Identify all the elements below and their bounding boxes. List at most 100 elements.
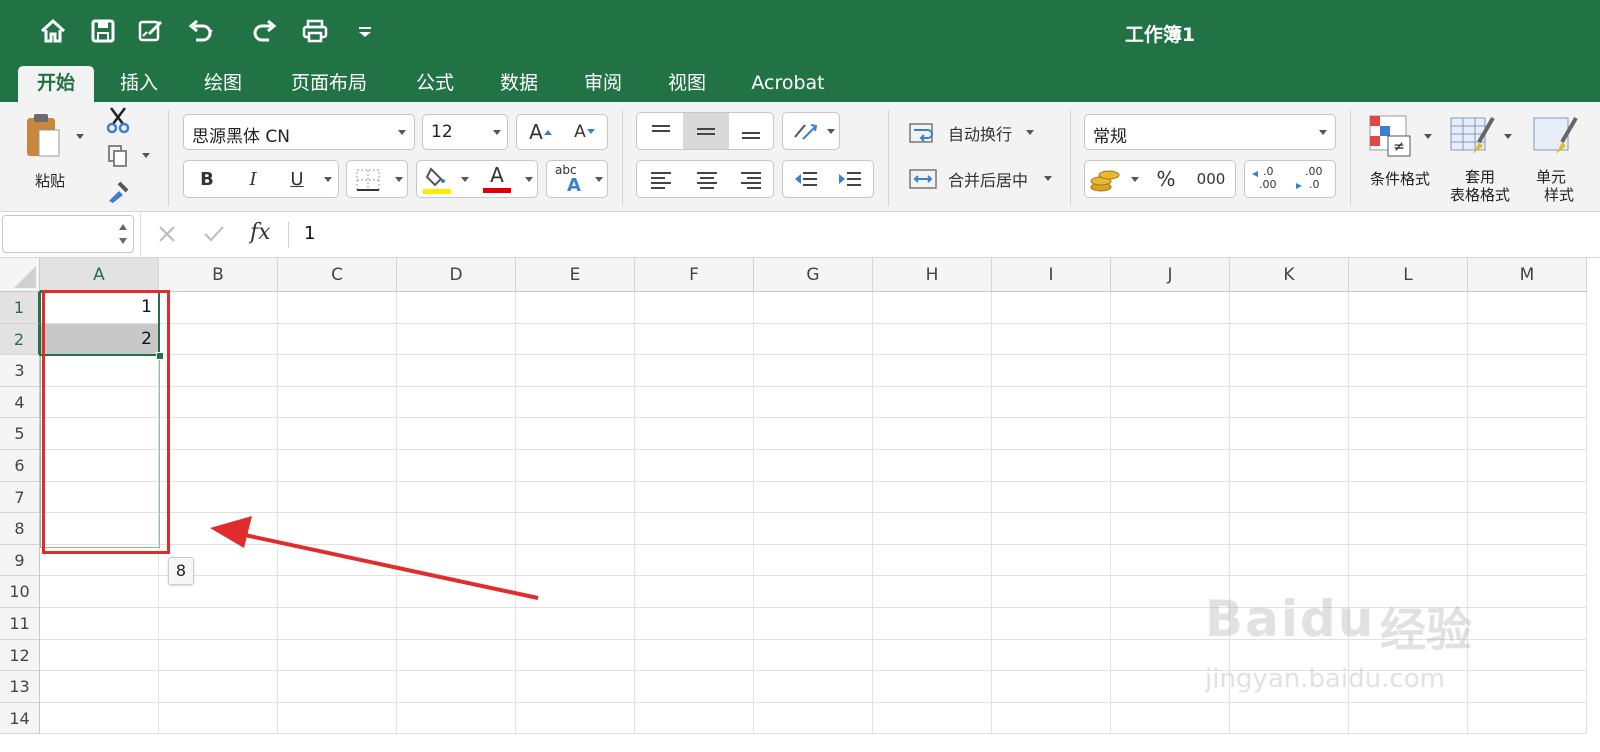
- merge-center-button[interactable]: 合并后居中: [908, 164, 1058, 194]
- increase-decimal-button[interactable]: .0 .00: [1247, 163, 1289, 195]
- row-header[interactable]: 13: [0, 671, 40, 703]
- cell-G10[interactable]: [754, 576, 873, 608]
- cell-C3[interactable]: [278, 355, 397, 387]
- cell-H3[interactable]: [873, 355, 992, 387]
- cell-G9[interactable]: [754, 544, 873, 577]
- cell-H1[interactable]: [873, 292, 992, 324]
- cell-L6[interactable]: [1349, 450, 1468, 482]
- cell-G4[interactable]: [754, 386, 873, 419]
- cell-I5[interactable]: [992, 418, 1111, 450]
- cell-A1[interactable]: 1: [40, 292, 159, 324]
- cell-A12[interactable]: [40, 639, 159, 672]
- column-header[interactable]: E: [516, 258, 635, 292]
- cell-H13[interactable]: [873, 671, 992, 703]
- cell-E6[interactable]: [516, 450, 635, 482]
- cell-M3[interactable]: [1468, 355, 1587, 387]
- align-middle-button[interactable]: [683, 113, 729, 149]
- cell-F13[interactable]: [635, 671, 754, 703]
- cell-E5[interactable]: [516, 418, 635, 450]
- cell-J1[interactable]: [1111, 292, 1230, 324]
- tab-review[interactable]: 审阅: [570, 66, 636, 102]
- cell-H2[interactable]: [873, 323, 992, 356]
- undo-icon[interactable]: [186, 16, 216, 46]
- cell-E1[interactable]: [516, 292, 635, 324]
- cell-F8[interactable]: [635, 513, 754, 545]
- cell-A13[interactable]: [40, 671, 159, 703]
- cell-M2[interactable]: [1468, 323, 1587, 356]
- row-header[interactable]: 10: [0, 576, 40, 608]
- cell-J7[interactable]: [1111, 481, 1230, 514]
- column-header[interactable]: K: [1230, 258, 1349, 292]
- row-header[interactable]: 14: [0, 702, 40, 735]
- increase-font-size-button[interactable]: A: [521, 117, 561, 147]
- cell-K8[interactable]: [1230, 513, 1349, 545]
- fill-color-icon[interactable]: [421, 165, 453, 195]
- cell-F12[interactable]: [635, 639, 754, 672]
- accounting-dropdown-icon[interactable]: [1131, 177, 1139, 182]
- cell-F3[interactable]: [635, 355, 754, 387]
- cell-G11[interactable]: [754, 608, 873, 640]
- font-size-select[interactable]: 12: [422, 114, 508, 150]
- enter-check-icon[interactable]: [202, 223, 226, 245]
- percent-style-button[interactable]: %: [1145, 163, 1187, 195]
- cell-A9[interactable]: [40, 544, 159, 577]
- cell-D13[interactable]: [397, 671, 516, 703]
- align-top-button[interactable]: [639, 115, 683, 147]
- column-header[interactable]: H: [873, 258, 992, 292]
- cell-C13[interactable]: [278, 671, 397, 703]
- cell-A3[interactable]: [40, 355, 159, 387]
- cell-C12[interactable]: [278, 639, 397, 672]
- cell-L1[interactable]: [1349, 292, 1468, 324]
- cell-D12[interactable]: [397, 639, 516, 672]
- row-header[interactable]: 9: [0, 544, 40, 577]
- merge-center-dropdown-icon[interactable]: [1044, 176, 1052, 181]
- row-header[interactable]: 3: [0, 355, 40, 387]
- bold-button[interactable]: B: [188, 164, 226, 194]
- cell-H14[interactable]: [873, 702, 992, 735]
- decrease-decimal-button[interactable]: .00 .0: [1291, 163, 1333, 195]
- wrap-text-dropdown-icon[interactable]: [1026, 130, 1034, 135]
- cell-M7[interactable]: [1468, 481, 1587, 514]
- cell-E13[interactable]: [516, 671, 635, 703]
- redo-icon[interactable]: [250, 16, 280, 46]
- cell-D6[interactable]: [397, 450, 516, 482]
- edit-document-icon[interactable]: [136, 16, 166, 46]
- number-format-select[interactable]: 常规: [1084, 114, 1336, 150]
- cell-G13[interactable]: [754, 671, 873, 703]
- cell-B6[interactable]: [159, 450, 278, 482]
- cell-K7[interactable]: [1230, 481, 1349, 514]
- tab-acrobat[interactable]: Acrobat: [738, 66, 838, 102]
- select-all-corner[interactable]: [0, 258, 40, 292]
- cell-F14[interactable]: [635, 702, 754, 735]
- cell-I1[interactable]: [992, 292, 1111, 324]
- font-color-dropdown-icon[interactable]: [525, 177, 533, 182]
- print-icon[interactable]: [300, 16, 330, 46]
- align-left-button[interactable]: [639, 163, 683, 195]
- comma-style-button[interactable]: 000: [1189, 163, 1233, 195]
- cell-A2[interactable]: 2: [40, 323, 159, 356]
- cell-M5[interactable]: [1468, 418, 1587, 450]
- cell-B11[interactable]: [159, 608, 278, 640]
- column-header[interactable]: A: [40, 258, 159, 292]
- column-header[interactable]: J: [1111, 258, 1230, 292]
- cell-C5[interactable]: [278, 418, 397, 450]
- cell-A8[interactable]: [40, 513, 159, 545]
- cell-C2[interactable]: [278, 323, 397, 356]
- column-header[interactable]: G: [754, 258, 873, 292]
- row-header[interactable]: 6: [0, 450, 40, 482]
- tab-draw[interactable]: 绘图: [190, 66, 256, 102]
- cell-D5[interactable]: [397, 418, 516, 450]
- cell-F6[interactable]: [635, 450, 754, 482]
- cell-H4[interactable]: [873, 386, 992, 419]
- cell-L8[interactable]: [1349, 513, 1468, 545]
- cell-B2[interactable]: [159, 323, 278, 356]
- cell-I8[interactable]: [992, 513, 1111, 545]
- cell-J6[interactable]: [1111, 450, 1230, 482]
- tab-insert[interactable]: 插入: [106, 66, 172, 102]
- cell-A10[interactable]: [40, 576, 159, 608]
- row-header[interactable]: 1: [0, 292, 40, 324]
- cell-F9[interactable]: [635, 544, 754, 577]
- orientation-button[interactable]: [782, 112, 840, 150]
- paste-icon[interactable]: [18, 110, 68, 166]
- align-center-button[interactable]: [685, 163, 729, 195]
